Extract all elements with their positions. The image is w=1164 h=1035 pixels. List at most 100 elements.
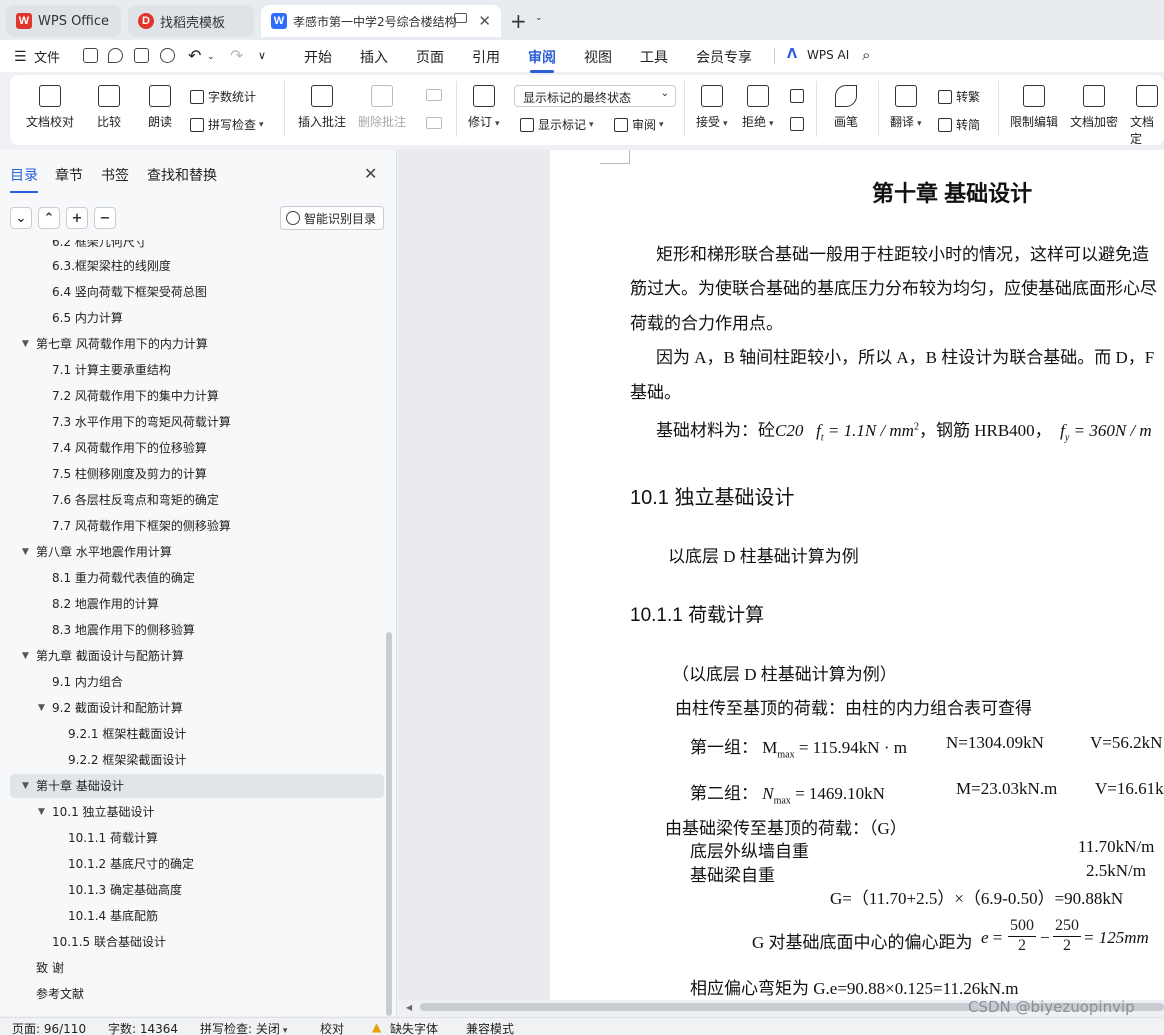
menu-reference[interactable]: 引用 (472, 47, 500, 67)
menu-member[interactable]: 会员专享 (696, 47, 752, 67)
revise-button[interactable]: 修订 ▾ (468, 85, 500, 130)
hamburger-icon[interactable]: ☰ (14, 49, 27, 65)
menu-insert[interactable]: 插入 (360, 47, 388, 67)
menu-review[interactable]: 审阅 (528, 47, 556, 73)
expand-arrow-icon[interactable]: ▼ (22, 332, 29, 356)
next-comment-icon[interactable] (426, 117, 442, 129)
undo-chevron-icon[interactable]: ⌄ (207, 52, 215, 62)
compare-button[interactable]: 比较 (97, 85, 121, 130)
save-icon[interactable] (83, 48, 98, 63)
new-tab-plus-icon[interactable]: + (510, 9, 527, 33)
toc-item[interactable]: 致 谢 (0, 956, 386, 980)
pen-button[interactable]: 画笔 (834, 85, 858, 130)
collapse-down-button[interactable]: ⌄ (10, 207, 32, 229)
menu-tools[interactable]: 工具 (640, 47, 668, 67)
smart-toc-button[interactable]: 智能识别目录 (280, 206, 384, 230)
translate-button[interactable]: 翻译 ▾ (890, 85, 922, 130)
tab-toc[interactable]: 目录 (10, 165, 38, 193)
toc-item[interactable]: 8.3 地震作用下的侧移验算 (0, 618, 386, 642)
toc-scrollbar[interactable] (386, 632, 392, 1016)
remove-heading-button[interactable]: − (94, 207, 116, 229)
word-count-status[interactable]: 字数: 14364 (108, 1020, 178, 1035)
toc-item[interactable]: 8.1 重力荷载代表值的确定 (0, 566, 386, 590)
toc-item[interactable]: 9.2.2 框架梁截面设计 (0, 748, 386, 772)
spell-check-status[interactable]: 拼写检查: 关闭 ▾ (200, 1020, 287, 1035)
prev-comment-icon[interactable] (426, 89, 442, 101)
toc-item[interactable]: 10.1.1 荷载计算 (0, 826, 386, 850)
toc-item[interactable]: 参考文献 (0, 982, 386, 1006)
toc-item[interactable]: ▼ 第九章 截面设计与配筋计算 (0, 644, 386, 668)
expand-arrow-icon[interactable]: ▼ (22, 540, 29, 564)
tab-bookmarks[interactable]: 书签 (101, 165, 129, 185)
toc-item[interactable]: 7.5 柱侧移刚度及剪力的计算 (0, 462, 386, 486)
delete-comment-button[interactable]: 删除批注 (358, 85, 406, 130)
word-count-button[interactable]: 字数统计 (190, 88, 256, 105)
toc-item[interactable]: ▼ 第十章 基础设计 (10, 774, 384, 798)
toc-item[interactable]: 10.1.3 确定基础高度 (0, 878, 386, 902)
toc-item[interactable]: 7.1 计算主要承重结构 (0, 358, 386, 382)
toc-item[interactable]: 7.3 水平作用下的弯矩风荷载计算 (0, 410, 386, 434)
menu-start[interactable]: 开始 (304, 47, 332, 67)
expand-arrow-icon[interactable]: ▼ (38, 800, 45, 824)
print-preview-icon[interactable] (160, 48, 175, 63)
read-aloud-button[interactable]: 朗读 (148, 85, 172, 130)
close-tab-icon[interactable]: ✕ (478, 12, 491, 30)
monitor-icon[interactable] (454, 13, 467, 23)
prev-revision-icon[interactable] (790, 89, 804, 103)
print-icon[interactable] (134, 48, 149, 63)
toc-item[interactable]: ▼ 10.1 独立基础设计 (0, 800, 386, 824)
toc-item[interactable]: ▼ 9.2 截面设计和配筋计算 (0, 696, 386, 720)
tab-docer[interactable]: D 找稻壳模板 (128, 5, 254, 37)
toc-item[interactable]: 6.4 竖向荷载下框架受荷总图 (0, 280, 386, 304)
show-markup-button[interactable]: 显示标记 ▾ (520, 116, 594, 133)
collapse-up-button[interactable]: ⌃ (38, 207, 60, 229)
toc-item[interactable]: ▼ 第八章 水平地震作用计算 (0, 540, 386, 564)
doc-check-button[interactable]: 文档校对 (26, 85, 74, 130)
doc-final-button[interactable]: 文档定 (1130, 85, 1164, 147)
restrict-edit-button[interactable]: 限制编辑 (1010, 85, 1058, 130)
close-panel-icon[interactable]: ✕ (364, 164, 377, 183)
toc-item[interactable]: 10.1.5 联合基础设计 (0, 930, 386, 954)
next-revision-icon[interactable] (790, 117, 804, 131)
tab-list-chevron-icon[interactable]: ⌄ (535, 13, 543, 23)
toc-item[interactable]: 8.2 地震作用的计算 (0, 592, 386, 616)
search-icon[interactable]: ⌕ (862, 46, 870, 64)
toc-item[interactable]: 10.1.4 基底配筋 (0, 904, 386, 928)
tab-find-replace[interactable]: 查找和替换 (147, 165, 217, 185)
undo-icon[interactable]: ↶ (188, 46, 201, 65)
scroll-left-icon[interactable]: ◀ (406, 1003, 412, 1012)
to-simplified-button[interactable]: 转简 (938, 116, 980, 133)
export-icon[interactable] (108, 48, 123, 63)
toc-item[interactable]: 10.1.2 基底尺寸的确定 (0, 852, 386, 876)
toc-item[interactable]: 7.7 风荷载作用下框架的侧移验算 (0, 514, 386, 538)
tab-document[interactable]: W 孝感市第一中学2号综合楼结构 ✕ (261, 5, 501, 37)
menu-file[interactable]: 文件 (34, 47, 60, 66)
expand-arrow-icon[interactable]: ▼ (22, 644, 29, 668)
add-heading-button[interactable]: + (66, 207, 88, 229)
menu-wps-ai[interactable]: WPS AI (807, 48, 849, 62)
reject-button[interactable]: 拒绝 ▾ (742, 85, 774, 130)
tab-chapters[interactable]: 章节 (55, 165, 83, 185)
encrypt-button[interactable]: 文档加密 (1070, 85, 1118, 130)
toc-item[interactable]: 7.4 风荷载作用下的位移验算 (0, 436, 386, 460)
page-indicator[interactable]: 页面: 96/110 (12, 1020, 86, 1035)
toc-item[interactable]: ▼ 第七章 风荷载作用下的内力计算 (0, 332, 386, 356)
expand-arrow-icon[interactable]: ▼ (38, 696, 45, 720)
toc-item[interactable]: 6.3.框架梁柱的线刚度 (0, 254, 386, 278)
toc-item[interactable]: 6.2 框架几何尺寸 (0, 240, 386, 254)
redo-icon[interactable]: ↷ (230, 46, 243, 65)
missing-font-status[interactable]: 缺失字体 (390, 1020, 438, 1035)
toc-item[interactable]: 9.1 内力组合 (0, 670, 386, 694)
more-chevron-icon[interactable]: ∨ (258, 49, 266, 62)
proof-status[interactable]: 校对 (320, 1020, 344, 1035)
markup-state-select[interactable]: 显示标记的最终状态 ⌄ (514, 85, 676, 107)
spell-check-button[interactable]: 拼写检查 ▾ (190, 116, 264, 133)
document-page[interactable]: 第十章 基础设计 矩形和梯形联合基础一般用于柱距较小时的情况，这样可以避免造 筋… (550, 150, 1164, 1000)
toc-item[interactable]: 6.5 内力计算 (0, 306, 386, 330)
review-pane-button[interactable]: 审阅 ▾ (614, 116, 664, 133)
tab-wps-office[interactable]: W WPS Office (6, 5, 121, 37)
toc-item[interactable]: 7.2 风荷载作用下的集中力计算 (0, 384, 386, 408)
menu-page[interactable]: 页面 (416, 47, 444, 67)
menu-view[interactable]: 视图 (584, 47, 612, 67)
toc-item[interactable]: 9.2.1 框架柱截面设计 (0, 722, 386, 746)
